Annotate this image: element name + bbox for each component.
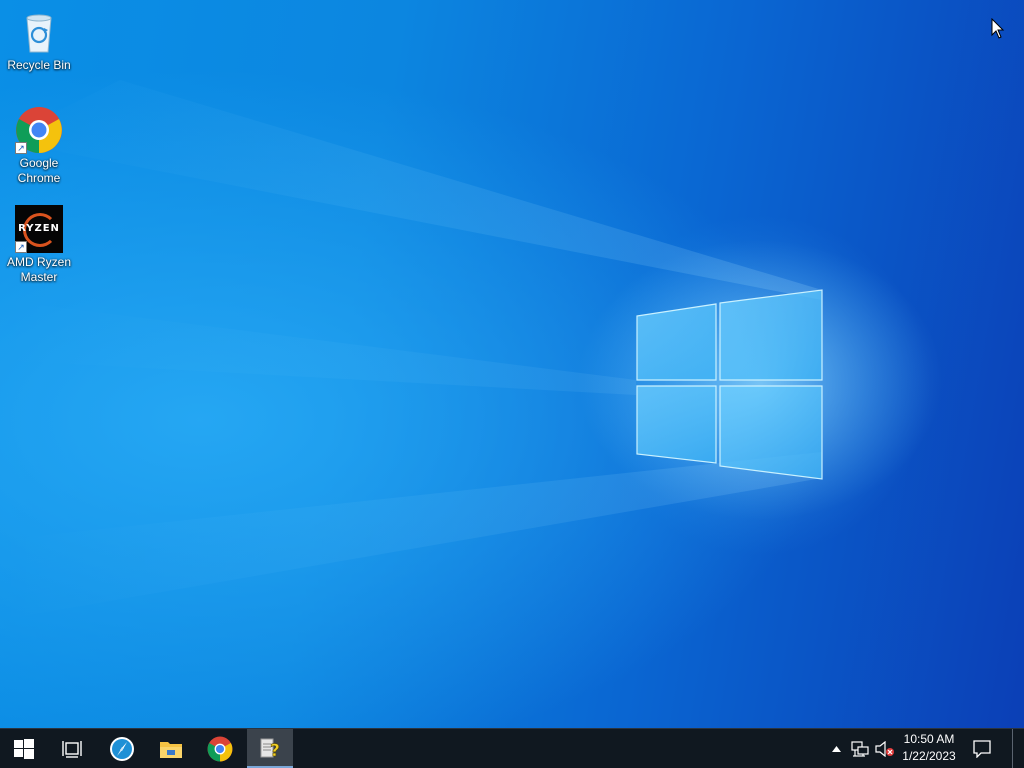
tray-overflow-button[interactable] [828, 729, 844, 768]
windows-logo-icon [14, 738, 34, 759]
action-center-button[interactable] [968, 729, 996, 768]
recycle-bin-label: Recycle Bin [7, 58, 71, 72]
desktop-background[interactable]: Recycle Bin ↗ Google Chrome RYZEN ↗ AMD … [0, 0, 1024, 728]
show-desktop-button[interactable] [1012, 729, 1024, 768]
clock-date: 1/22/2023 [902, 749, 956, 763]
recycle-bin-icon [15, 8, 63, 56]
task-view-button[interactable] [48, 729, 96, 768]
taskbar-active-app[interactable]: ? [247, 729, 293, 768]
volume-muted-icon [875, 740, 894, 757]
desktop-icon-recycle-bin[interactable]: Recycle Bin [1, 8, 77, 73]
chevron-up-icon [831, 745, 841, 752]
desktop-icon-amd-ryzen-master[interactable]: RYZEN ↗ AMD Ryzen Master [1, 205, 77, 285]
ryzen-master-icon: RYZEN ↗ [15, 205, 63, 253]
shortcut-arrow-icon: ↗ [15, 241, 27, 253]
taskbar: ? 10:50 AM 1/22/2023 [0, 728, 1024, 768]
tray-network-button[interactable] [848, 729, 872, 768]
taskbar-file-explorer[interactable] [147, 729, 195, 768]
mouse-pointer-icon [991, 18, 1005, 39]
start-button[interactable] [0, 729, 48, 768]
help-document-icon: ? [260, 738, 280, 760]
svg-text:?: ? [270, 741, 280, 760]
task-view-icon [62, 740, 82, 758]
clock-time: 10:50 AM [903, 732, 955, 746]
taskbar-chrome[interactable] [196, 729, 244, 768]
taskbar-clock[interactable]: 10:50 AM 1/22/2023 [896, 731, 962, 767]
amd-ryzen-master-label: AMD Ryzen Master [6, 255, 71, 284]
wallpaper-windows-logo [0, 80, 930, 620]
desktop-icon-google-chrome[interactable]: ↗ Google Chrome [1, 106, 77, 186]
taskbar-app-compass[interactable] [98, 729, 146, 768]
chrome-icon [207, 736, 233, 761]
google-chrome-label: Google Chrome [17, 156, 61, 185]
network-icon [851, 740, 869, 757]
tray-volume-button[interactable] [874, 729, 896, 768]
ryzen-logo-text: RYZEN [18, 223, 60, 234]
compass-app-icon [110, 736, 134, 761]
shortcut-arrow-icon: ↗ [15, 142, 27, 154]
folder-icon [160, 741, 182, 758]
chrome-icon: ↗ [15, 106, 63, 154]
action-center-icon [973, 739, 991, 758]
